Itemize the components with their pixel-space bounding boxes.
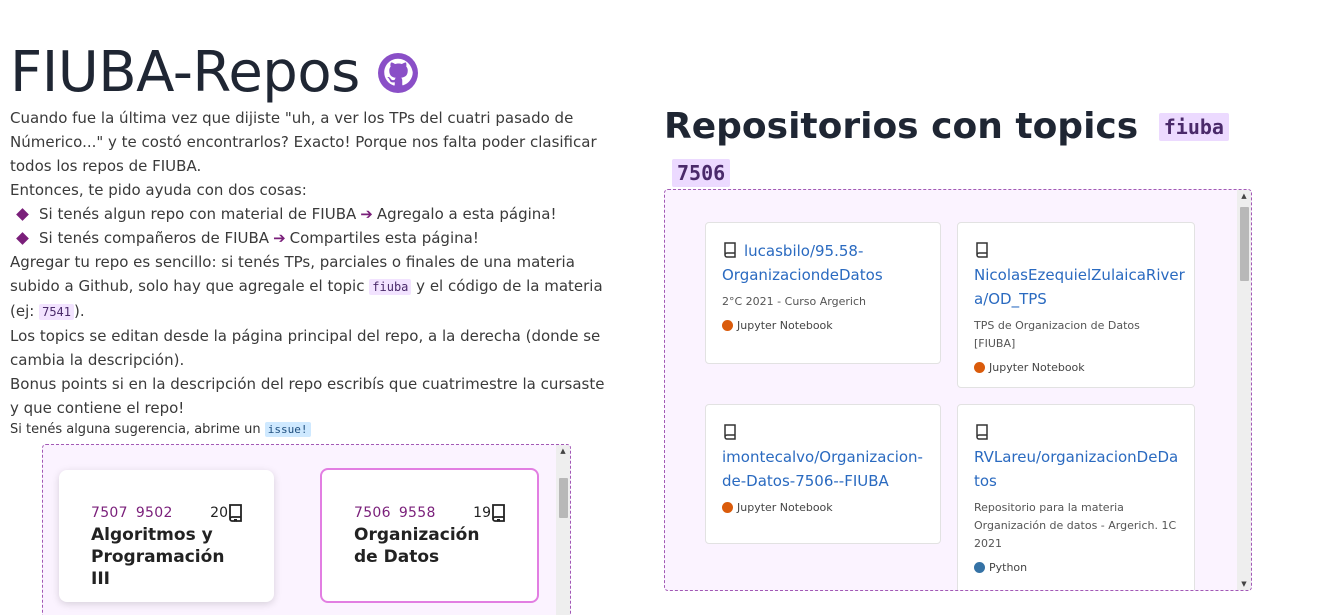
arrow-icon: ➔ xyxy=(360,205,373,223)
language-name: Jupyter Notebook xyxy=(989,361,1085,374)
repo-name-line: RVLareu/organizacionDeDa xyxy=(974,448,1179,466)
repo-description: Repositorio para la materia Organización … xyxy=(974,499,1178,553)
intro-ask: Entonces, te pido ayuda con dos cosas: xyxy=(10,181,307,199)
ask-list: Si tenés algun repo con material de FIUB… xyxy=(10,202,610,250)
ask-text: Si tenés algun repo con material de FIUB… xyxy=(39,205,357,223)
how-to-paragraph: Agregar tu repo es sencillo: si tenés TP… xyxy=(10,250,610,324)
repos-panel[interactable]: lucasbilo/95.58- OrganizaciondeDatos 2°C … xyxy=(664,189,1252,591)
arrow-icon: ➔ xyxy=(273,229,286,247)
subject-header: 7507 9502 20 xyxy=(91,504,244,522)
repo-book-icon xyxy=(492,504,505,522)
issue-link[interactable]: issue! xyxy=(264,422,311,437)
repo-name-line: imontecalvo/Organizacion- xyxy=(722,448,923,466)
repo-link[interactable]: NicolasEzequielZulaicaRiver a/OD_TPS xyxy=(974,239,1185,311)
repo-name-line: tos xyxy=(974,472,997,490)
repo-book-icon xyxy=(724,424,736,440)
subject-header: 7506 9558 19 xyxy=(354,504,507,522)
language-color-dot xyxy=(974,562,985,573)
language-color-dot xyxy=(974,362,985,373)
repo-language: Jupyter Notebook xyxy=(722,319,924,332)
repo-name-line: NicolasEzequielZulaicaRiver xyxy=(974,266,1185,284)
repos-scrollbar[interactable]: ▲ ▼ xyxy=(1237,190,1251,590)
github-icon[interactable] xyxy=(377,53,418,93)
ask-text: Si tenés compañeros de FIUBA xyxy=(39,229,270,247)
repo-link[interactable]: imontecalvo/Organizacion-de-Datos-7506--… xyxy=(722,421,924,493)
repo-name-line: OrganizaciondeDatos xyxy=(722,266,883,284)
subjects-scrollbar[interactable]: ▲ xyxy=(556,445,570,615)
scrollbar-thumb[interactable] xyxy=(1240,207,1249,281)
repo-book-icon xyxy=(229,504,242,522)
suggestion-paragraph: Si tenés alguna sugerencia, abrime un is… xyxy=(10,420,610,440)
subject-name: Algoritmos y Programación III xyxy=(91,525,225,589)
repo-card[interactable]: RVLareu/organizacionDeDa tos Repositorio … xyxy=(957,404,1195,590)
ask-action: Compartiles esta página! xyxy=(289,229,479,247)
ask-item: Si tenés compañeros de FIUBA ➔ Compartil… xyxy=(16,226,610,250)
repo-language: Python xyxy=(974,561,1178,574)
repo-name-line: lucasbilo/95.58- xyxy=(744,242,864,260)
topic-tag: fiuba xyxy=(369,279,412,295)
intro-section: FIUBA-Repos Cuando fue la última vez que… xyxy=(10,38,610,440)
intro-paragraph: Cuando fue la última vez que dijiste "uh… xyxy=(10,109,597,175)
repo-book-icon xyxy=(724,242,736,258)
repo-name-line: de-Datos-7506--FIUBA xyxy=(722,472,889,490)
scrollbar-thumb[interactable] xyxy=(559,478,568,518)
topic-chip: fiuba xyxy=(1158,113,1229,141)
subject-code: 7506 xyxy=(354,505,391,521)
subject-code: 9502 xyxy=(135,505,173,521)
scroll-up-icon[interactable]: ▲ xyxy=(556,445,570,457)
subjects-panel[interactable]: 7507 9502 20 Algoritmos y Programación II… xyxy=(42,444,571,615)
language-name: Python xyxy=(989,561,1028,574)
repo-link[interactable]: RVLareu/organizacionDeDa tos xyxy=(974,421,1178,493)
topics-edit-paragraph: Los topics se editan desde la página pri… xyxy=(10,327,601,369)
bonus-paragraph: Bonus points si en la descripción del re… xyxy=(10,375,605,417)
subject-code: 9558 xyxy=(398,505,436,521)
topic-chip: 7506 xyxy=(672,159,731,187)
repo-card[interactable]: imontecalvo/Organizacion-de-Datos-7506--… xyxy=(705,404,941,544)
intro-text: Cuando fue la última vez que dijiste "uh… xyxy=(10,106,610,440)
repo-book-icon xyxy=(976,242,988,258)
subject-name: Organización de Datos xyxy=(354,525,480,567)
suggestion-text: Si tenés alguna sugerencia, abrime un xyxy=(10,422,261,437)
subject-repo-count: 20 xyxy=(210,504,244,522)
code-tag: 7541 xyxy=(39,304,74,320)
language-name: Jupyter Notebook xyxy=(737,319,833,332)
repo-language: Jupyter Notebook xyxy=(974,361,1178,374)
repo-description-line: Repositorio para la materia xyxy=(974,501,1124,514)
repo-name-line: a/OD_TPS xyxy=(974,290,1047,308)
language-color-dot xyxy=(722,320,733,331)
subject-card-selected[interactable]: 7506 9558 19 Organización de Datos xyxy=(320,468,539,603)
scroll-up-icon[interactable]: ▲ xyxy=(1237,190,1251,202)
diamond-bullet-icon xyxy=(16,207,29,221)
repo-count-value: 20 xyxy=(210,505,228,521)
subject-card[interactable]: 7507 9502 20 Algoritmos y Programación II… xyxy=(59,470,274,602)
repo-description-line: 2021 xyxy=(974,537,1002,550)
repo-count-value: 19 xyxy=(473,505,491,521)
ask-action: Agregalo a esta página! xyxy=(376,205,557,223)
repo-card[interactable]: lucasbilo/95.58- OrganizaciondeDatos 2°C … xyxy=(705,222,941,364)
diamond-bullet-icon xyxy=(16,231,29,245)
repo-card[interactable]: NicolasEzequielZulaicaRiver a/OD_TPS TPS … xyxy=(957,222,1195,388)
repo-description: TPS de Organizacion de Datos [FIUBA] xyxy=(974,319,1140,350)
subject-code: 7507 xyxy=(91,505,128,521)
language-name: Jupyter Notebook xyxy=(737,501,833,514)
repo-book-icon xyxy=(976,424,988,440)
page-title: FIUBA-Repos xyxy=(10,40,360,105)
subject-codes: 7507 9502 xyxy=(91,505,181,521)
title-row: FIUBA-Repos xyxy=(10,38,610,108)
repo-description: 2°C 2021 - Curso Argerich xyxy=(722,295,866,308)
language-color-dot xyxy=(722,502,733,513)
repo-description-line: Organización de datos - Argerich. 1C xyxy=(974,519,1177,532)
ask-item: Si tenés algun repo con material de FIUB… xyxy=(16,202,610,226)
subject-repo-count: 19 xyxy=(473,504,507,522)
repos-title-text: Repositorios con topics xyxy=(664,106,1139,147)
repo-link[interactable]: lucasbilo/95.58- OrganizaciondeDatos xyxy=(722,239,924,287)
repo-language: Jupyter Notebook xyxy=(722,501,924,514)
subject-codes: 7506 9558 xyxy=(354,505,444,521)
scroll-down-icon[interactable]: ▼ xyxy=(1237,578,1251,590)
how-to-text-3: ). xyxy=(74,302,85,320)
